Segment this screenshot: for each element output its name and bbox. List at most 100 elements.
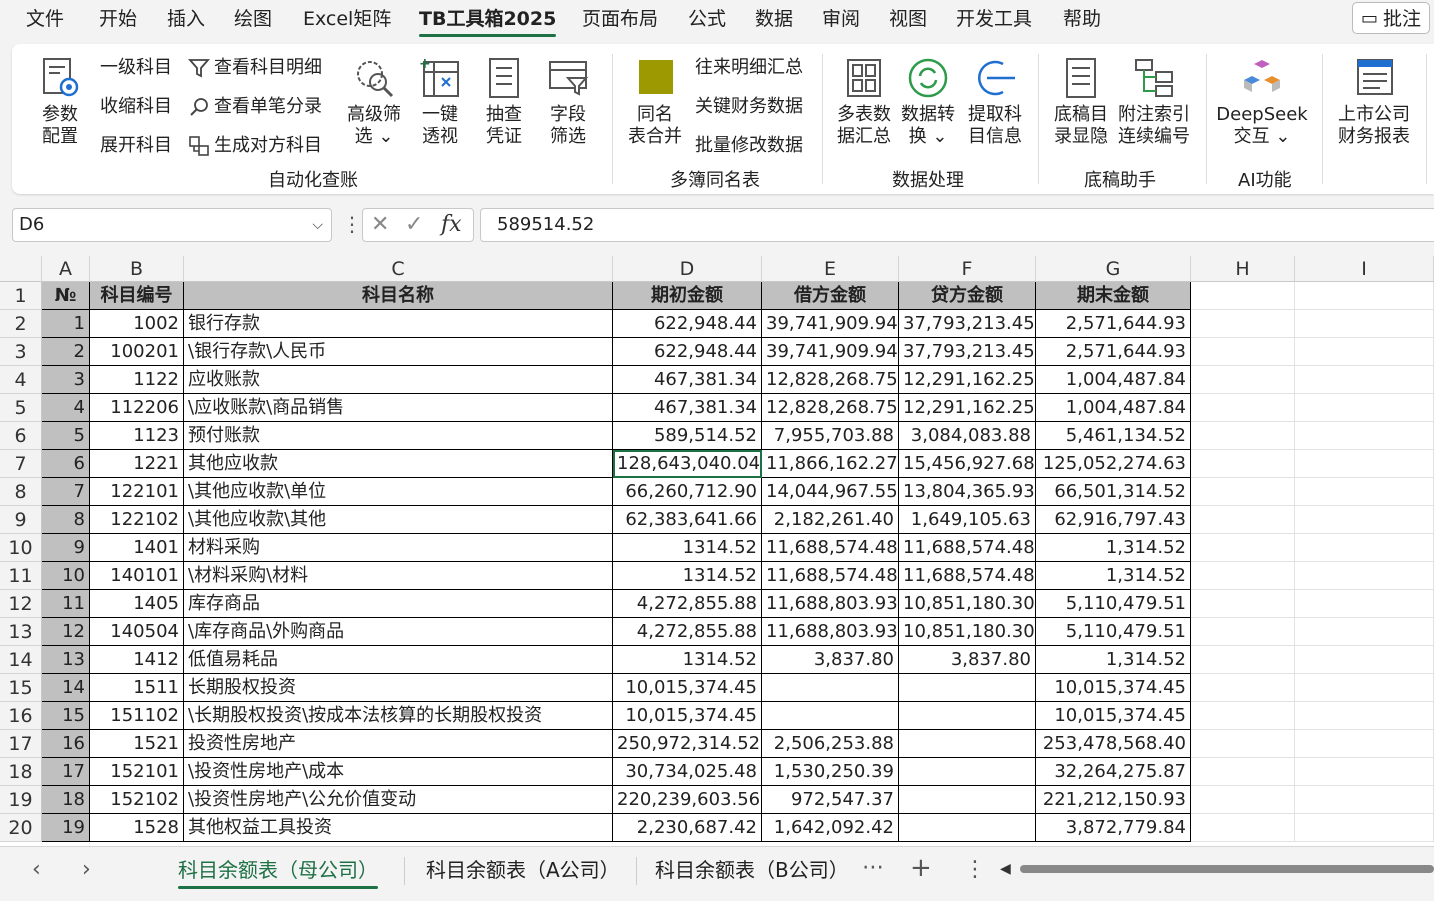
empty-cell[interactable] bbox=[1295, 758, 1434, 786]
table-cell[interactable]: 11,688,574.48 bbox=[762, 562, 899, 590]
table-cell[interactable] bbox=[899, 758, 1036, 786]
menu-item-12[interactable]: 帮助 bbox=[1063, 6, 1101, 32]
table-cell[interactable]: 投资性房地产 bbox=[184, 730, 613, 758]
confirm-icon[interactable]: ✓ bbox=[405, 212, 423, 237]
row-header[interactable]: 1 bbox=[0, 282, 42, 310]
formula-input[interactable]: 589514.52 bbox=[480, 208, 1434, 242]
table-cell[interactable] bbox=[762, 674, 899, 702]
table-cell[interactable]: 112206 bbox=[90, 394, 184, 422]
table-cell[interactable]: 1221 bbox=[90, 450, 184, 478]
row-header[interactable]: 4 bbox=[0, 366, 42, 394]
table-cell[interactable]: 122101 bbox=[90, 478, 184, 506]
prev-sheet-icon[interactable]: ‹ bbox=[32, 857, 41, 882]
table-cell[interactable]: 12,291,162.25 bbox=[899, 366, 1036, 394]
row-header[interactable]: 15 bbox=[0, 674, 42, 702]
empty-cell[interactable] bbox=[1295, 786, 1434, 814]
table-cell[interactable]: 1,004,487.84 bbox=[1036, 366, 1191, 394]
table-cell[interactable]: 37,793,213.45 bbox=[899, 338, 1036, 366]
table-cell[interactable]: 7,955,703.88 bbox=[762, 422, 899, 450]
empty-cell[interactable] bbox=[1191, 646, 1295, 674]
empty-cell[interactable] bbox=[1191, 450, 1295, 478]
table-header-cell[interactable]: 科目编号 bbox=[90, 282, 184, 310]
ar-detail-button[interactable]: 往来明细汇总 bbox=[695, 54, 803, 82]
empty-cell[interactable] bbox=[1295, 394, 1434, 422]
empty-cell[interactable] bbox=[1191, 310, 1295, 338]
table-cell[interactable]: 1,314.52 bbox=[1036, 646, 1191, 674]
table-cell[interactable]: 2,571,644.93 bbox=[1036, 310, 1191, 338]
table-cell[interactable]: 5,461,134.52 bbox=[1036, 422, 1191, 450]
table-cell[interactable]: 1405 bbox=[90, 590, 184, 618]
collapse-account-button[interactable]: 收缩科目 bbox=[100, 93, 172, 121]
table-cell[interactable]: 467,381.34 bbox=[613, 394, 762, 422]
table-cell[interactable]: 62,383,641.66 bbox=[613, 506, 762, 534]
empty-cell[interactable] bbox=[1295, 646, 1434, 674]
table-cell[interactable]: 其他权益工具投资 bbox=[184, 814, 613, 842]
table-cell[interactable]: 10,015,374.45 bbox=[613, 702, 762, 730]
table-cell[interactable]: 62,916,797.43 bbox=[1036, 506, 1191, 534]
table-header-cell[interactable]: 期初金额 bbox=[613, 282, 762, 310]
table-cell[interactable]: 39,741,909.94 bbox=[762, 310, 899, 338]
row-header[interactable]: 5 bbox=[0, 394, 42, 422]
table-cell[interactable]: 1002 bbox=[90, 310, 184, 338]
table-header-cell[interactable]: 借方金额 bbox=[762, 282, 899, 310]
table-cell[interactable] bbox=[762, 702, 899, 730]
column-header-C[interactable]: C bbox=[184, 256, 613, 282]
empty-cell[interactable] bbox=[1295, 338, 1434, 366]
table-cell[interactable]: 1314.52 bbox=[613, 534, 762, 562]
table-cell[interactable]: 其他应收款 bbox=[184, 450, 613, 478]
table-cell[interactable]: 1123 bbox=[90, 422, 184, 450]
row-header[interactable]: 11 bbox=[0, 562, 42, 590]
table-cell[interactable]: 1,314.52 bbox=[1036, 562, 1191, 590]
empty-cell[interactable] bbox=[1295, 534, 1434, 562]
empty-cell[interactable] bbox=[1191, 338, 1295, 366]
empty-cell[interactable] bbox=[1191, 422, 1295, 450]
empty-cell[interactable] bbox=[1295, 590, 1434, 618]
listed-report-button[interactable]: 上市公司 财务报表 bbox=[1334, 56, 1414, 148]
table-cell[interactable]: 589,514.52 bbox=[613, 422, 762, 450]
table-cell[interactable] bbox=[899, 786, 1036, 814]
empty-cell[interactable] bbox=[1295, 282, 1434, 310]
select-all-corner[interactable] bbox=[0, 256, 42, 282]
table-cell[interactable]: 221,212,150.93 bbox=[1036, 786, 1191, 814]
data-convert-button[interactable]: 数据转 换 ⌄ bbox=[898, 56, 958, 148]
menu-item-5[interactable]: TB工具箱2025 bbox=[419, 6, 557, 37]
column-header-H[interactable]: H bbox=[1191, 256, 1295, 282]
row-header[interactable]: 7 bbox=[0, 450, 42, 478]
row-header[interactable]: 16 bbox=[0, 702, 42, 730]
table-cell[interactable]: 10,851,180.30 bbox=[899, 590, 1036, 618]
row-header[interactable]: 13 bbox=[0, 618, 42, 646]
column-header-G[interactable]: G bbox=[1036, 256, 1191, 282]
empty-cell[interactable] bbox=[1295, 422, 1434, 450]
table-cell[interactable]: 12 bbox=[42, 618, 90, 646]
table-cell[interactable]: 37,793,213.45 bbox=[899, 310, 1036, 338]
table-header-cell[interactable]: № bbox=[42, 282, 90, 310]
row-header[interactable]: 19 bbox=[0, 786, 42, 814]
menu-item-9[interactable]: 审阅 bbox=[822, 6, 860, 32]
row-header[interactable]: 20 bbox=[0, 814, 42, 842]
empty-cell[interactable] bbox=[1191, 814, 1295, 842]
table-cell[interactable]: 17 bbox=[42, 758, 90, 786]
table-header-cell[interactable]: 期末金额 bbox=[1036, 282, 1191, 310]
table-cell[interactable]: \应收账款\商品销售 bbox=[184, 394, 613, 422]
empty-cell[interactable] bbox=[1295, 366, 1434, 394]
table-cell[interactable]: 250,972,314.52 bbox=[613, 730, 762, 758]
table-cell[interactable]: 1412 bbox=[90, 646, 184, 674]
table-cell[interactable]: 2,506,253.88 bbox=[762, 730, 899, 758]
table-cell[interactable]: 11,688,803.93 bbox=[762, 618, 899, 646]
table-cell[interactable]: 1401 bbox=[90, 534, 184, 562]
empty-cell[interactable] bbox=[1295, 814, 1434, 842]
menu-item-10[interactable]: 视图 bbox=[889, 6, 927, 32]
menu-item-2[interactable]: 插入 bbox=[167, 6, 205, 32]
table-cell[interactable]: 15,456,927.68 bbox=[899, 450, 1036, 478]
table-cell[interactable]: 5,110,479.51 bbox=[1036, 590, 1191, 618]
scroll-left-icon[interactable]: ◀ bbox=[1000, 861, 1011, 877]
empty-cell[interactable] bbox=[1191, 534, 1295, 562]
menu-item-6[interactable]: 页面布局 bbox=[582, 6, 658, 32]
row-header[interactable]: 12 bbox=[0, 590, 42, 618]
table-cell[interactable]: 140101 bbox=[90, 562, 184, 590]
table-cell[interactable]: 2,230,687.42 bbox=[613, 814, 762, 842]
advanced-filter-button[interactable]: 高级筛 选 ⌄ bbox=[342, 56, 406, 148]
column-header-E[interactable]: E bbox=[762, 256, 899, 282]
batch-modify-button[interactable]: 批量修改数据 bbox=[695, 132, 803, 160]
empty-cell[interactable] bbox=[1295, 506, 1434, 534]
